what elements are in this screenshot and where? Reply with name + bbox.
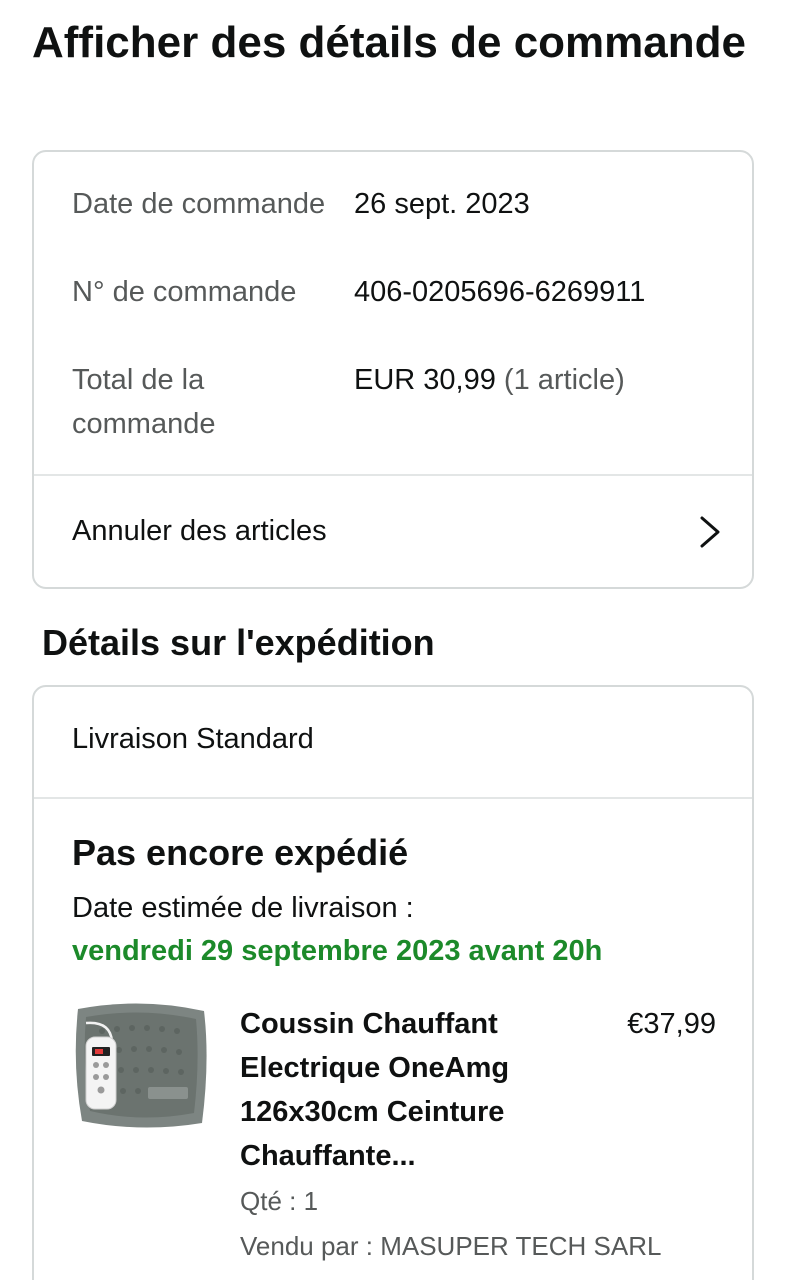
order-date-value: 26 sept. 2023 (354, 188, 530, 220)
order-summary-card: Date de commande 26 sept. 2023 N° de com… (32, 150, 754, 589)
product-price: €37,99 (627, 1008, 716, 1040)
shipping-card: Livraison Standard Pas encore expédié Da… (32, 685, 754, 1280)
order-details-page: Afficher des détails de commande Date de… (0, 0, 786, 1280)
shipping-section-title: Détails sur l'expédition (42, 622, 435, 663)
order-number-label: N° de commande (72, 276, 297, 308)
divider (34, 797, 752, 799)
order-total-label: Total de la commande (72, 364, 216, 440)
product-seller: Vendu par : MASUPER TECH SARL (240, 1231, 662, 1261)
eta-date: vendredi 29 septembre 2023 avant 20h (72, 935, 603, 967)
product-title[interactable]: Coussin Chauffant Electrique OneAmg 126x… (240, 1002, 570, 1178)
order-date-label: Date de commande (72, 188, 326, 220)
shipment-status: Pas encore expédié (72, 832, 409, 873)
product-quantity: Qté : 1 (240, 1186, 319, 1216)
eta-label: Date estimée de livraison : (72, 892, 414, 924)
page-title: Afficher des détails de commande (32, 18, 746, 67)
shipping-method: Livraison Standard (72, 723, 314, 755)
cancel-items-button[interactable]: Annuler des articles (34, 476, 752, 589)
order-total-value-wrap: EUR 30,99 (1 article) (354, 358, 625, 402)
order-number-value: 406-0205696-6269911 (354, 276, 646, 308)
product-image[interactable] (72, 1001, 210, 1131)
order-total-value: EUR 30,99 (354, 364, 496, 396)
chevron-right-icon (700, 516, 720, 548)
order-item-count: (1 article) (503, 364, 625, 396)
cancel-items-label: Annuler des articles (72, 515, 327, 547)
